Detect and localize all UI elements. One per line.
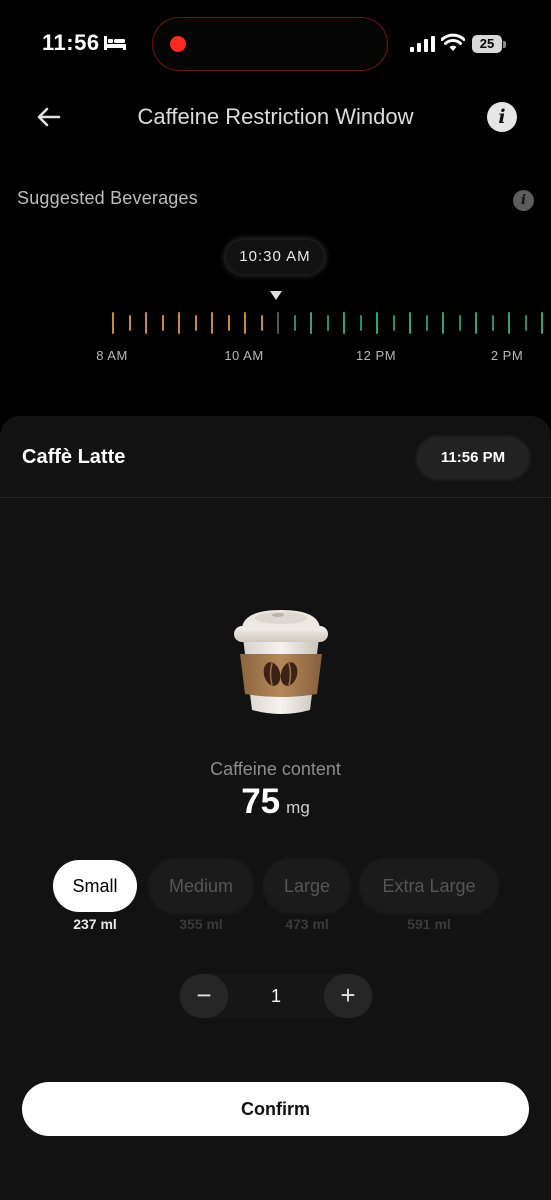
- timeline-tick: [326, 315, 329, 331]
- quantity-stepper: − 1 +: [178, 974, 374, 1018]
- timeline-tick: [211, 312, 213, 334]
- suggested-beverages-label: Suggested Beverages: [17, 188, 198, 208]
- beverage-card: Caffè Latte 11:56 PM Caffeine content 75…: [0, 416, 551, 1200]
- tick-label-12pm: 12 PM: [355, 348, 397, 363]
- consumption-time-button[interactable]: 11:56 PM: [418, 438, 528, 478]
- timeline-tick: [128, 315, 131, 331]
- timeline-tick: [508, 312, 510, 334]
- timeline-tick: [475, 312, 477, 334]
- recording-dot-icon: [170, 36, 186, 52]
- timeline-tick: [244, 312, 246, 334]
- timeline-tick: [145, 312, 147, 334]
- timeline-tick: [392, 315, 395, 331]
- timeline-tick: [359, 315, 362, 331]
- battery-icon: 25: [472, 35, 506, 53]
- dynamic-island: [152, 17, 388, 71]
- size-large-button[interactable]: Large: [265, 860, 349, 912]
- timeline-tick: [425, 315, 428, 331]
- size-small-volume: 237 ml: [73, 916, 117, 932]
- caffeine-value: 75 mg: [0, 782, 551, 822]
- coffee-cup-icon: [234, 610, 328, 714]
- caffeine-unit: mg: [286, 798, 310, 817]
- confirm-button[interactable]: Confirm: [22, 1082, 529, 1136]
- quantity-value: 1: [270, 986, 281, 1006]
- timeline-tick: [343, 312, 345, 334]
- timeline-tick: [112, 312, 114, 334]
- timeline-pointer-icon: [270, 291, 282, 300]
- size-small-button[interactable]: Small: [53, 860, 137, 912]
- size-large-volume: 473 ml: [285, 916, 329, 932]
- status-time: 11:56: [42, 30, 100, 55]
- page-title: Caffeine Restriction Window: [137, 104, 414, 129]
- size-extra-large-volume: 591 ml: [407, 916, 451, 932]
- timeline-tick: [178, 312, 180, 334]
- timeline-tick: [409, 312, 411, 334]
- tick-label-10am: 10 AM: [224, 348, 264, 363]
- caffeine-content-label: Caffeine content: [210, 759, 341, 779]
- tick-label-8am: 8 AM: [96, 348, 128, 363]
- timeline-tick: [458, 315, 461, 331]
- timeline-scrubber[interactable]: 8 AM 10 AM 12 PM 2 PM: [0, 300, 551, 380]
- signal-icon: [410, 36, 435, 52]
- decrement-button[interactable]: −: [180, 974, 228, 1018]
- timeline-tick: [161, 315, 164, 331]
- wifi-icon: [441, 33, 465, 51]
- current-time-bubble: 10:30 AM: [226, 240, 324, 274]
- bed-icon: [104, 36, 126, 50]
- caffeine-amount: 75: [241, 782, 281, 821]
- size-extra-large-button[interactable]: Extra Large: [361, 860, 497, 912]
- size-medium-button[interactable]: Medium: [150, 860, 252, 912]
- divider: [0, 497, 551, 498]
- size-medium-volume: 355 ml: [179, 916, 223, 932]
- timeline-tick: [310, 312, 312, 334]
- timeline-tick: [260, 315, 263, 331]
- timeline-tick: [541, 312, 543, 334]
- timeline-tick: [194, 315, 197, 331]
- info-icon[interactable]: i: [487, 102, 517, 132]
- suggested-info-icon[interactable]: i: [513, 190, 534, 211]
- timeline-tick: [442, 312, 444, 334]
- timeline-tick: [227, 315, 230, 331]
- beverage-name: Caffè Latte: [22, 446, 126, 468]
- timeline-tick: [524, 315, 527, 331]
- timeline-tick: [376, 312, 378, 334]
- battery-level: 25: [472, 35, 502, 53]
- timeline-tick: [293, 315, 296, 331]
- tick-label-2pm: 2 PM: [490, 348, 524, 363]
- timeline-tick: [491, 315, 494, 331]
- screen: 11:56 25 Caffeine Restriction Window i S…: [0, 0, 551, 1200]
- increment-button[interactable]: +: [324, 974, 372, 1018]
- timeline-tick: [277, 312, 279, 334]
